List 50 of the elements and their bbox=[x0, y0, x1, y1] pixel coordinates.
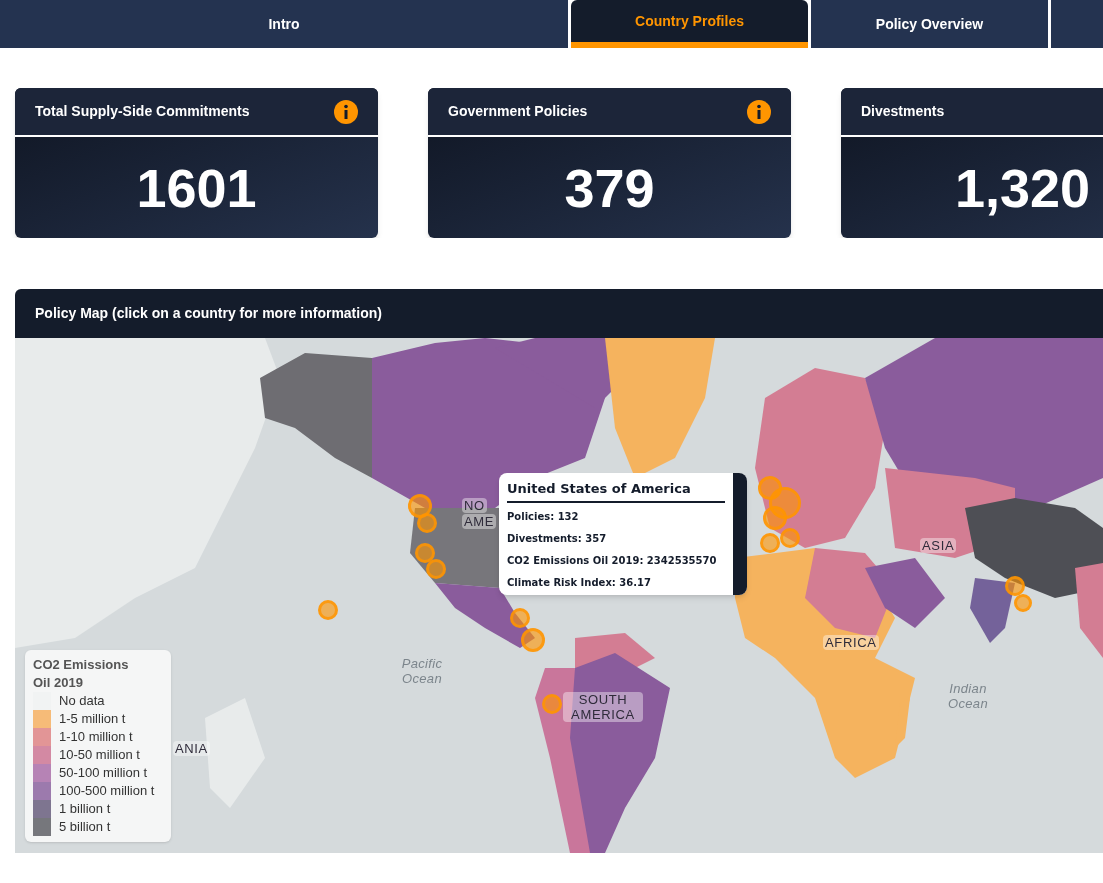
card-title: Total Supply-Side Commitments bbox=[35, 102, 250, 121]
continent-label: AME bbox=[462, 514, 497, 529]
tooltip-title: United States of America bbox=[507, 479, 725, 503]
legend-label: 1-10 million t bbox=[59, 728, 133, 747]
continent-label: ASIA bbox=[920, 538, 957, 553]
continent-label: NO bbox=[462, 498, 487, 513]
legend-label: 100-500 million t bbox=[59, 782, 155, 801]
tab[interactable]: Intro bbox=[0, 0, 568, 48]
ocean-label: Pacific Ocean bbox=[400, 656, 444, 686]
location-marker[interactable] bbox=[521, 628, 545, 652]
panel-title: Policy Map (click on a country for more information) bbox=[35, 304, 382, 323]
location-marker[interactable] bbox=[780, 528, 800, 548]
location-marker[interactable] bbox=[318, 600, 338, 620]
stat-value: 1,320 bbox=[954, 160, 1091, 215]
location-marker[interactable] bbox=[1014, 594, 1032, 612]
legend-label: No data bbox=[59, 692, 105, 711]
legend-label: 1 billion t bbox=[59, 800, 111, 819]
tooltip-line: Policies: 132 bbox=[507, 509, 580, 524]
tooltip-line: CO2 Emissions Oil 2019: 2342535570 bbox=[507, 553, 718, 568]
location-marker[interactable] bbox=[542, 694, 562, 714]
location-marker[interactable] bbox=[415, 543, 435, 563]
location-marker[interactable] bbox=[1005, 576, 1025, 596]
stat-value: 1601 bbox=[136, 160, 257, 215]
location-marker[interactable] bbox=[760, 533, 780, 553]
legend-label: 5 billion t bbox=[59, 818, 111, 837]
info-icon[interactable] bbox=[334, 99, 358, 124]
card-title: Divestments bbox=[861, 102, 945, 121]
legend-title: CO2 Emissions Oil 2019 bbox=[33, 656, 130, 692]
tooltip-line: Climate Risk Index: 36.17 bbox=[507, 575, 652, 590]
continent-label: SOUTH AMERICA bbox=[563, 692, 643, 722]
tab[interactable]: Policy Overview bbox=[811, 0, 1048, 48]
continent-label: ANIA bbox=[173, 741, 210, 756]
location-marker[interactable] bbox=[408, 494, 432, 518]
location-marker[interactable] bbox=[426, 559, 446, 579]
continent-label: AFRICA bbox=[823, 635, 879, 650]
location-marker[interactable] bbox=[763, 506, 787, 530]
legend-label: 1-5 million t bbox=[59, 710, 126, 729]
tab[interactable]: Country Profiles bbox=[571, 0, 808, 48]
location-marker[interactable] bbox=[417, 513, 437, 533]
info-icon[interactable] bbox=[747, 99, 771, 124]
world-map-drawing[interactable] bbox=[15, 338, 1103, 853]
legend-label: 10-50 million t bbox=[59, 746, 140, 765]
stat-value: 379 bbox=[564, 160, 655, 215]
location-marker[interactable] bbox=[769, 487, 801, 519]
location-marker[interactable] bbox=[758, 476, 782, 500]
location-marker[interactable] bbox=[510, 608, 530, 628]
legend-label: 50-100 million t bbox=[59, 764, 148, 783]
ocean-label: Indian Ocean bbox=[947, 681, 989, 711]
tooltip-line: Divestments: 357 bbox=[507, 531, 608, 546]
card-title: Government Policies bbox=[448, 102, 588, 121]
